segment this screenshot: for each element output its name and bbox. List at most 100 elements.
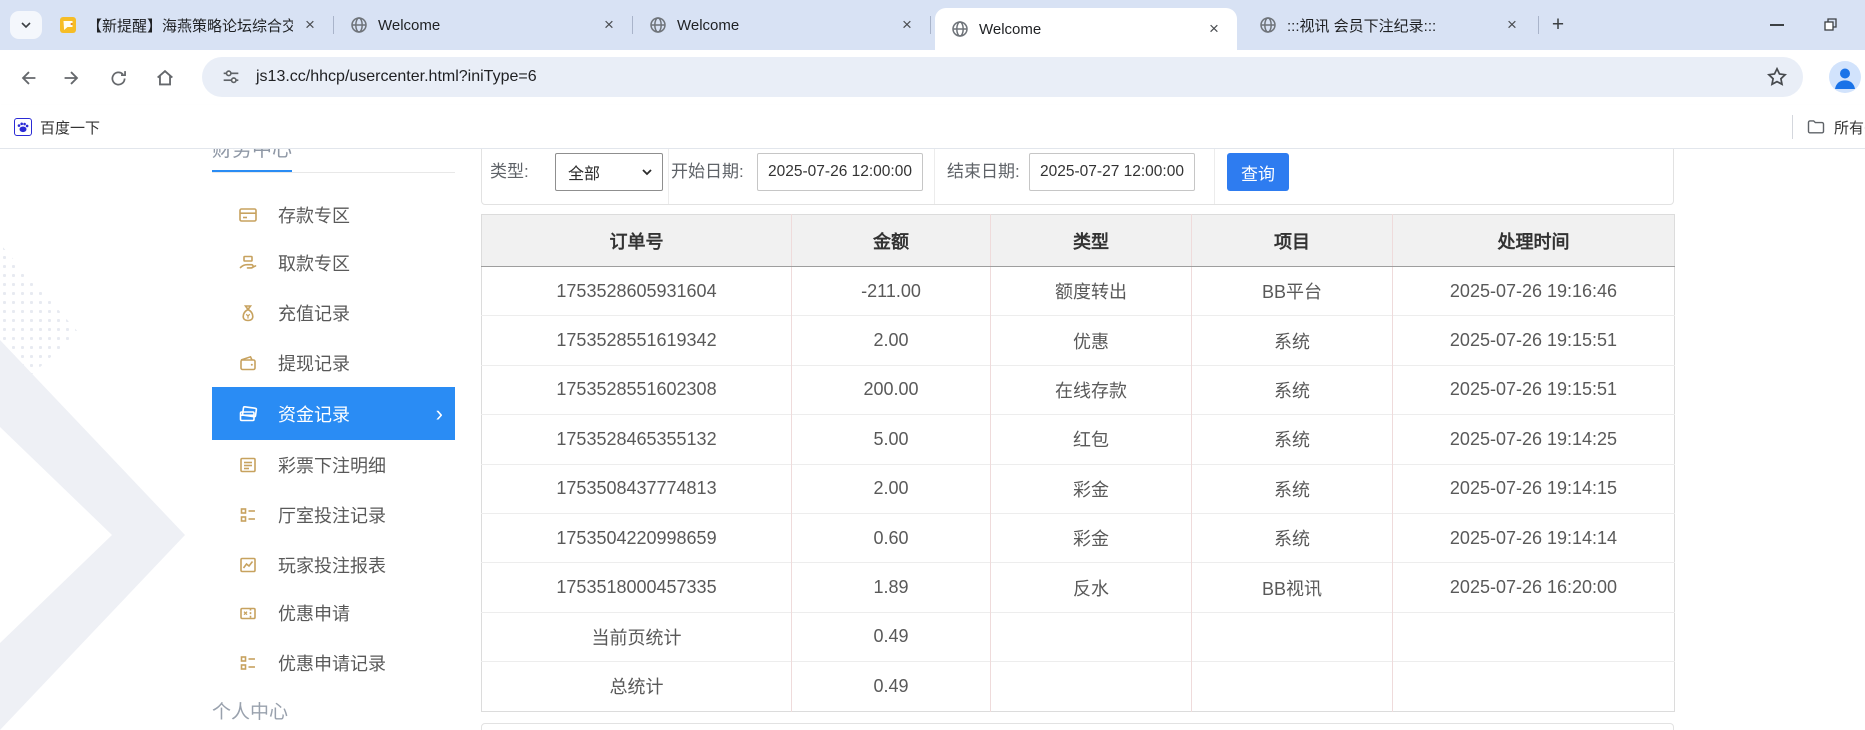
cell-order-id: 1753528605931604 (482, 267, 792, 316)
cell-process-time: 2025-07-26 16:20:00 (1393, 563, 1675, 612)
tab-close-icon[interactable]: × (299, 14, 321, 36)
sidebar-item-hall-bet-records[interactable]: 厅室投注记录 (212, 493, 455, 537)
cell-process-time: 2025-07-26 19:15:51 (1393, 365, 1675, 414)
minimize-button[interactable] (1770, 24, 1784, 26)
sidebar-item-lottery-bet-detail[interactable]: 彩票下注明细 (212, 443, 455, 487)
money-bag-icon (238, 303, 258, 323)
filter-divider (1214, 149, 1215, 204)
funds-records-table: 订单号 金额 类型 项目 处理时间 1753528605931604 -211.… (481, 214, 1674, 711)
cell-type: 额度转出 (991, 267, 1192, 316)
sidebar-item-withdrawal-records[interactable]: 提现记录 (212, 341, 455, 385)
sidebar-section-heading: 财务中心 (212, 149, 372, 162)
tab-separator (930, 16, 931, 34)
tab-welcome-active[interactable]: Welcome × (935, 8, 1237, 50)
cell-project: BB视讯 (1192, 563, 1393, 612)
cell-amount: 0.60 (792, 513, 991, 562)
col-order-id: 订单号 (482, 215, 792, 267)
ticket-icon (238, 603, 258, 623)
type-select[interactable]: 全部 (555, 153, 663, 191)
cell-order-id: 1753518000457335 (482, 563, 792, 612)
sidebar-item-deposit-zone[interactable]: 存款专区 (212, 193, 455, 237)
tab-title: Welcome (979, 21, 1197, 38)
table-header-row: 订单号 金额 类型 项目 处理时间 (482, 215, 1675, 267)
globe-icon (951, 20, 969, 38)
box-list-icon (238, 653, 258, 673)
pagination-panel (481, 723, 1674, 730)
tab-close-icon[interactable]: × (896, 14, 918, 36)
profile-avatar[interactable] (1829, 61, 1861, 93)
cell-label: 总统计 (482, 662, 792, 711)
cell-type: 在线存款 (991, 365, 1192, 414)
sidebar-item-promo-apply[interactable]: 优惠申请 (212, 591, 455, 635)
start-date-label: 开始日期: (671, 153, 744, 191)
bookmarks-divider (1792, 115, 1793, 139)
browser-toolbar: js13.cc/hhcp/usercenter.html?iniType=6 (0, 50, 1865, 105)
all-bookmarks-label: 所有书签 (1834, 117, 1865, 138)
query-button[interactable]: 查询 (1227, 153, 1289, 191)
bookmarks-bar: 百度一下 所有书签 (0, 105, 1865, 149)
cards-icon (238, 404, 258, 424)
cell-amount: 200.00 (792, 365, 991, 414)
cell-process-time: 2025-07-26 19:15:51 (1393, 316, 1675, 365)
reload-button[interactable] (104, 64, 132, 92)
tab-strip: 【新提醒】海燕策略论坛综合交 × Welcome × Welcome × Wel… (0, 0, 1865, 50)
tab-video-records[interactable]: :::视讯 会员下注纪录::: × (1243, 0, 1535, 50)
cell-process-time: 2025-07-26 19:14:15 (1393, 464, 1675, 513)
cell-type: 红包 (991, 415, 1192, 464)
type-label: 类型: (490, 153, 529, 191)
tab-close-icon[interactable]: × (598, 14, 620, 36)
filter-divider (934, 149, 935, 204)
sidebar-item-player-bet-report[interactable]: 玩家投注报表 (212, 543, 455, 587)
tab-welcome-1[interactable]: Welcome × (334, 0, 632, 50)
sidebar-item-recharge-records[interactable]: 充值记录 (212, 291, 455, 335)
end-date-input[interactable] (1029, 153, 1195, 191)
bookmark-baidu[interactable]: 百度一下 (14, 113, 100, 141)
type-select-value: 全部 (568, 160, 640, 184)
sidebar-item-funds-records[interactable]: 资金记录 › (212, 387, 455, 440)
cell-process-time: 2025-07-26 19:14:25 (1393, 415, 1675, 464)
filter-panel: 类型: 全部 开始日期: 结束日期: 查询 (481, 149, 1674, 205)
restore-window-button[interactable] (1824, 18, 1837, 36)
sidebar-item-promo-apply-records[interactable]: 优惠申请记录 (212, 641, 455, 685)
tab-title: Welcome (378, 17, 592, 34)
cell-process-time: 2025-07-26 19:16:46 (1393, 267, 1675, 316)
select-caret-icon (640, 165, 654, 179)
bookmark-label: 百度一下 (40, 117, 100, 138)
sidebar-heading-rule (212, 172, 455, 173)
start-date-input[interactable] (757, 153, 923, 191)
tab-welcome-2[interactable]: Welcome × (633, 0, 930, 50)
all-bookmarks-button[interactable]: 所有书签 (1806, 113, 1865, 141)
table-row-grand-total: 总统计 0.49 (482, 662, 1675, 711)
wallet-icon (238, 353, 258, 373)
restore-icon (1824, 18, 1837, 31)
sidebar-item-withdraw-zone[interactable]: 取款专区 (212, 241, 455, 285)
cell-order-id: 1753528551602308 (482, 365, 792, 414)
tab-title: :::视讯 会员下注纪录::: (1287, 15, 1495, 36)
home-button[interactable] (151, 64, 179, 92)
bookmark-star-icon[interactable] (1765, 65, 1789, 89)
cell-amount: -211.00 (792, 267, 991, 316)
back-button[interactable] (15, 64, 43, 92)
forward-button[interactable] (57, 64, 85, 92)
site-info-icon[interactable] (220, 66, 242, 88)
cell-amount: 0.49 (792, 612, 991, 661)
tab-forum[interactable]: 【新提醒】海燕策略论坛综合交 × (43, 0, 333, 50)
table-row: 1753508437774813 2.00 彩金 系统 2025-07-26 1… (482, 464, 1675, 513)
page-content: 财务中心 存款专区 取款专区 充值记录 提现记录 资金记录 › 彩票下注明细 (0, 149, 1865, 730)
omnibox[interactable]: js13.cc/hhcp/usercenter.html?iniType=6 (202, 57, 1803, 97)
cell-type: 彩金 (991, 464, 1192, 513)
tab-title: 【新提醒】海燕策略论坛综合交 (87, 15, 293, 36)
cell-order-id: 1753508437774813 (482, 464, 792, 513)
table-row-page-total: 当前页统计 0.49 (482, 612, 1675, 661)
table-row: 1753504220998659 0.60 彩金 系统 2025-07-26 1… (482, 513, 1675, 562)
cell-order-id: 1753528551619342 (482, 316, 792, 365)
globe-icon (350, 16, 368, 34)
new-tab-button[interactable]: + (1544, 11, 1572, 39)
tab-close-icon[interactable]: × (1203, 18, 1225, 40)
bank-card-icon (238, 205, 258, 225)
tab-close-icon[interactable]: × (1501, 14, 1523, 36)
tab-search-button[interactable] (10, 11, 42, 39)
cell-amount: 5.00 (792, 415, 991, 464)
filter-divider (668, 149, 669, 204)
table-row: 1753528605931604 -211.00 额度转出 BB平台 2025-… (482, 267, 1675, 316)
